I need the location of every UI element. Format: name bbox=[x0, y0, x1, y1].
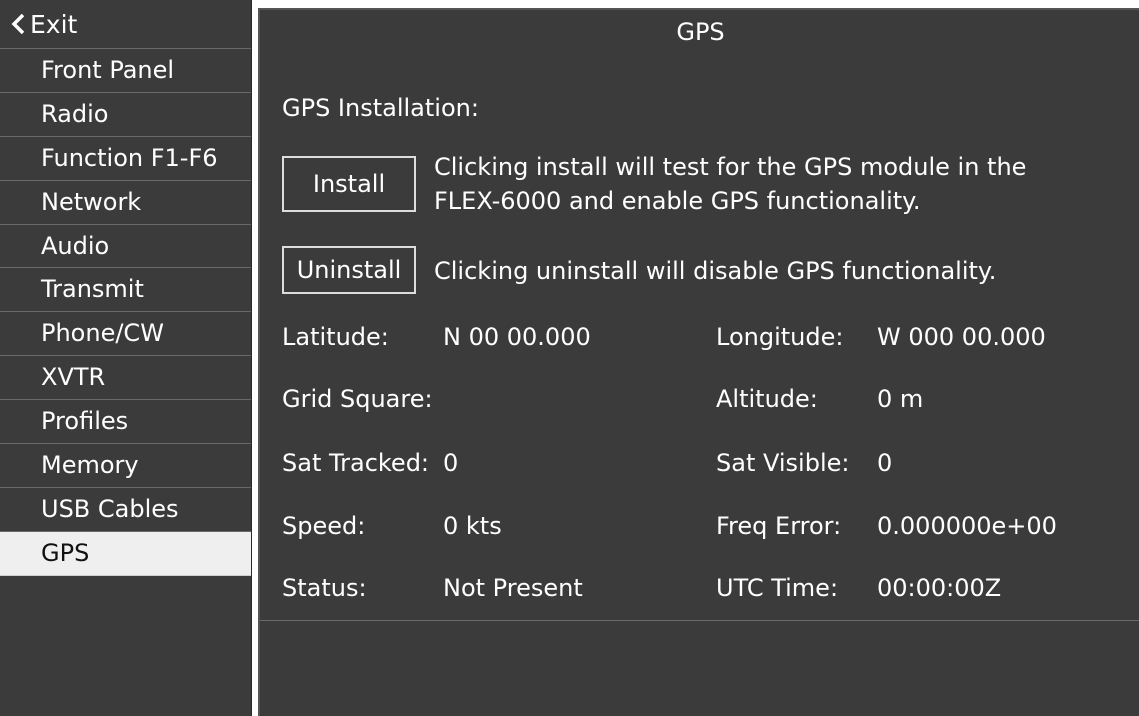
install-button[interactable]: Install bbox=[282, 156, 416, 212]
sidebar-item-function-f1-f6[interactable]: Function F1-F6 bbox=[0, 137, 251, 181]
freq-error-label: Freq Error: bbox=[716, 512, 842, 540]
page-title: GPS bbox=[676, 18, 725, 46]
freq-error-value: 0.000000e+00 bbox=[877, 512, 1057, 540]
speed-value: 0 kts bbox=[443, 512, 502, 540]
utc-time-value: 00:00:00Z bbox=[877, 574, 1002, 602]
sidebar-item-memory[interactable]: Memory bbox=[0, 444, 251, 488]
install-description: Clicking install will test for the GPS m… bbox=[434, 150, 1114, 218]
altitude-label: Altitude: bbox=[716, 385, 818, 413]
sidebar-item-network[interactable]: Network bbox=[0, 181, 251, 225]
sidebar-item-xvtr[interactable]: XVTR bbox=[0, 356, 251, 401]
latitude-value: N 00 00.000 bbox=[443, 323, 591, 351]
sidebar-item-usb-cables[interactable]: USB Cables bbox=[0, 488, 251, 532]
sidebar-item-profiles[interactable]: Profiles bbox=[0, 400, 251, 445]
app-window: Exit Front Panel Radio Function F1-F6 Ne… bbox=[0, 0, 1139, 716]
latitude-label: Latitude: bbox=[282, 323, 389, 351]
chevron-left-icon bbox=[10, 13, 26, 35]
settings-sidebar: Exit Front Panel Radio Function F1-F6 Ne… bbox=[0, 0, 252, 716]
longitude-value: W 000 00.000 bbox=[877, 323, 1046, 351]
sidebar-item-front-panel[interactable]: Front Panel bbox=[0, 49, 251, 93]
longitude-label: Longitude: bbox=[716, 323, 844, 351]
utc-time-label: UTC Time: bbox=[716, 574, 839, 602]
altitude-value: 0 m bbox=[877, 385, 924, 413]
exit-label: Exit bbox=[30, 9, 78, 39]
uninstall-button[interactable]: Uninstall bbox=[282, 246, 416, 294]
sidebar-item-radio[interactable]: Radio bbox=[0, 93, 251, 137]
sidebar-item-transmit[interactable]: Transmit bbox=[0, 268, 251, 313]
install-description-line-1: Clicking install will test for the GPS m… bbox=[434, 153, 1027, 181]
sat-tracked-value: 0 bbox=[443, 449, 459, 477]
sat-tracked-label: Sat Tracked: bbox=[282, 449, 430, 477]
uninstall-description: Clicking uninstall will disable GPS func… bbox=[434, 257, 997, 285]
gps-settings-panel: GPS GPS Installation: Install Clicking i… bbox=[258, 8, 1139, 716]
sat-visible-value: 0 bbox=[877, 449, 893, 477]
grid-square-label: Grid Square: bbox=[282, 385, 433, 413]
gps-installation-label: GPS Installation: bbox=[282, 94, 479, 122]
panel-divider bbox=[260, 620, 1139, 621]
exit-button[interactable]: Exit bbox=[0, 0, 251, 49]
status-value: Not Present bbox=[443, 574, 583, 602]
speed-label: Speed: bbox=[282, 512, 366, 540]
sidebar-item-phone-cw[interactable]: Phone/CW bbox=[0, 312, 251, 357]
install-description-line-2: FLEX-6000 and enable GPS functionality. bbox=[434, 187, 921, 215]
sidebar-item-gps[interactable]: GPS bbox=[0, 531, 251, 576]
status-label: Status: bbox=[282, 574, 367, 602]
sat-visible-label: Sat Visible: bbox=[716, 449, 850, 477]
settings-nav-list: Front Panel Radio Function F1-F6 Network… bbox=[0, 49, 251, 576]
sidebar-item-audio[interactable]: Audio bbox=[0, 225, 251, 269]
